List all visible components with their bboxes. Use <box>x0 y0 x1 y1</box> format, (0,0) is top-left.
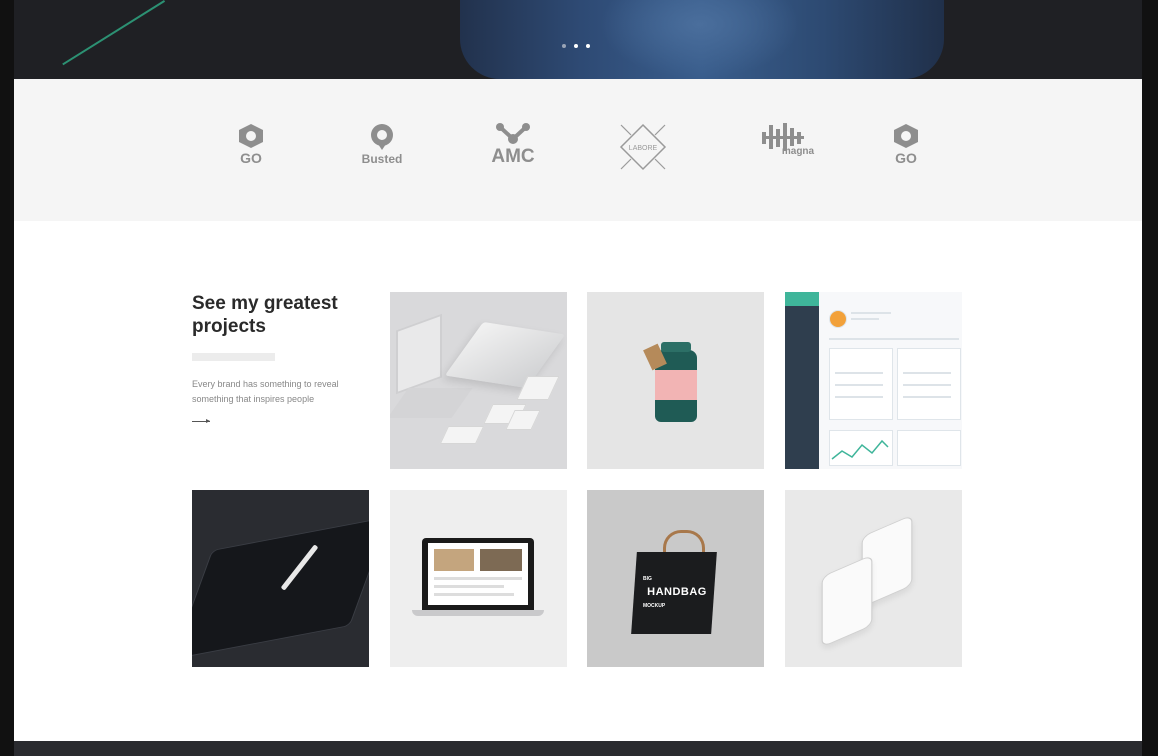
line-chart-icon <box>831 439 889 460</box>
laptop-screen <box>396 313 442 395</box>
go-hexagon-icon <box>239 124 263 148</box>
network-nodes-icon <box>496 123 530 144</box>
amc-logo[interactable]: AMC <box>473 123 553 183</box>
title-underline <box>192 353 275 361</box>
project-tile-iphone[interactable] <box>785 490 962 667</box>
hero-accent-line <box>62 0 166 66</box>
go-logo-text: GO <box>240 150 262 166</box>
projects-title: See my greatest projects <box>192 293 338 337</box>
iphone-image <box>821 554 873 648</box>
macbook-base <box>412 610 544 616</box>
amc-logo-text: AMC <box>491 146 535 167</box>
project-tile-jar[interactable] <box>587 292 764 469</box>
client-logos: GO Busted AMC LABORE magna GO <box>14 79 1142 221</box>
bag-text-line3: MOCKUP <box>643 603 666 609</box>
project-tile-handbag[interactable]: BIG HANDBAG MOCKUP <box>587 490 764 667</box>
labore-logo[interactable]: LABORE <box>603 123 683 183</box>
slider-dot[interactable] <box>562 44 566 48</box>
dashboard-chart <box>829 430 893 466</box>
magna-logo[interactable]: magna <box>744 123 824 183</box>
projects-intro: See my greatest projects Every brand has… <box>192 292 362 423</box>
dashboard-sidebar <box>785 292 819 469</box>
footer <box>14 741 1142 756</box>
magna-logo-text: magna <box>781 146 815 157</box>
business-card <box>439 426 485 444</box>
location-pin-icon <box>371 124 393 150</box>
arrow-right-icon[interactable] <box>192 419 210 423</box>
go-logo-text: GO <box>895 150 917 166</box>
laptop-keyboard <box>390 388 473 418</box>
project-tile-dashboard[interactable] <box>785 292 962 469</box>
busted-logo[interactable]: Busted <box>342 123 422 183</box>
projects-description: Every brand has something to reveal some… <box>192 379 339 404</box>
go-logo[interactable]: GO <box>211 123 291 183</box>
slider-dots <box>562 44 590 48</box>
jar-image <box>643 342 697 422</box>
bag-text-line1: BIG <box>643 576 652 582</box>
project-tile-ipad[interactable] <box>192 490 369 667</box>
macbook-screen <box>422 538 534 610</box>
dashboard-avatar <box>829 310 847 328</box>
slider-dot-active[interactable] <box>574 44 578 48</box>
hero-image <box>460 0 944 79</box>
page: GO Busted AMC LABORE magna GO See my gre… <box>14 0 1142 756</box>
busted-logo-text: Busted <box>361 152 403 166</box>
dashboard-list <box>897 430 961 466</box>
hero-banner <box>14 0 1142 79</box>
project-tile-stationery[interactable] <box>390 292 567 469</box>
slider-dot[interactable] <box>586 44 590 48</box>
go-logo-2[interactable]: GO <box>866 123 946 183</box>
labore-diamond-icon: LABORE <box>619 123 667 171</box>
labore-logo-text: LABORE <box>629 145 658 152</box>
bag-text-line2: HANDBAG <box>647 586 707 598</box>
go-hexagon-icon <box>894 124 918 148</box>
project-tile-macbook[interactable] <box>390 490 567 667</box>
